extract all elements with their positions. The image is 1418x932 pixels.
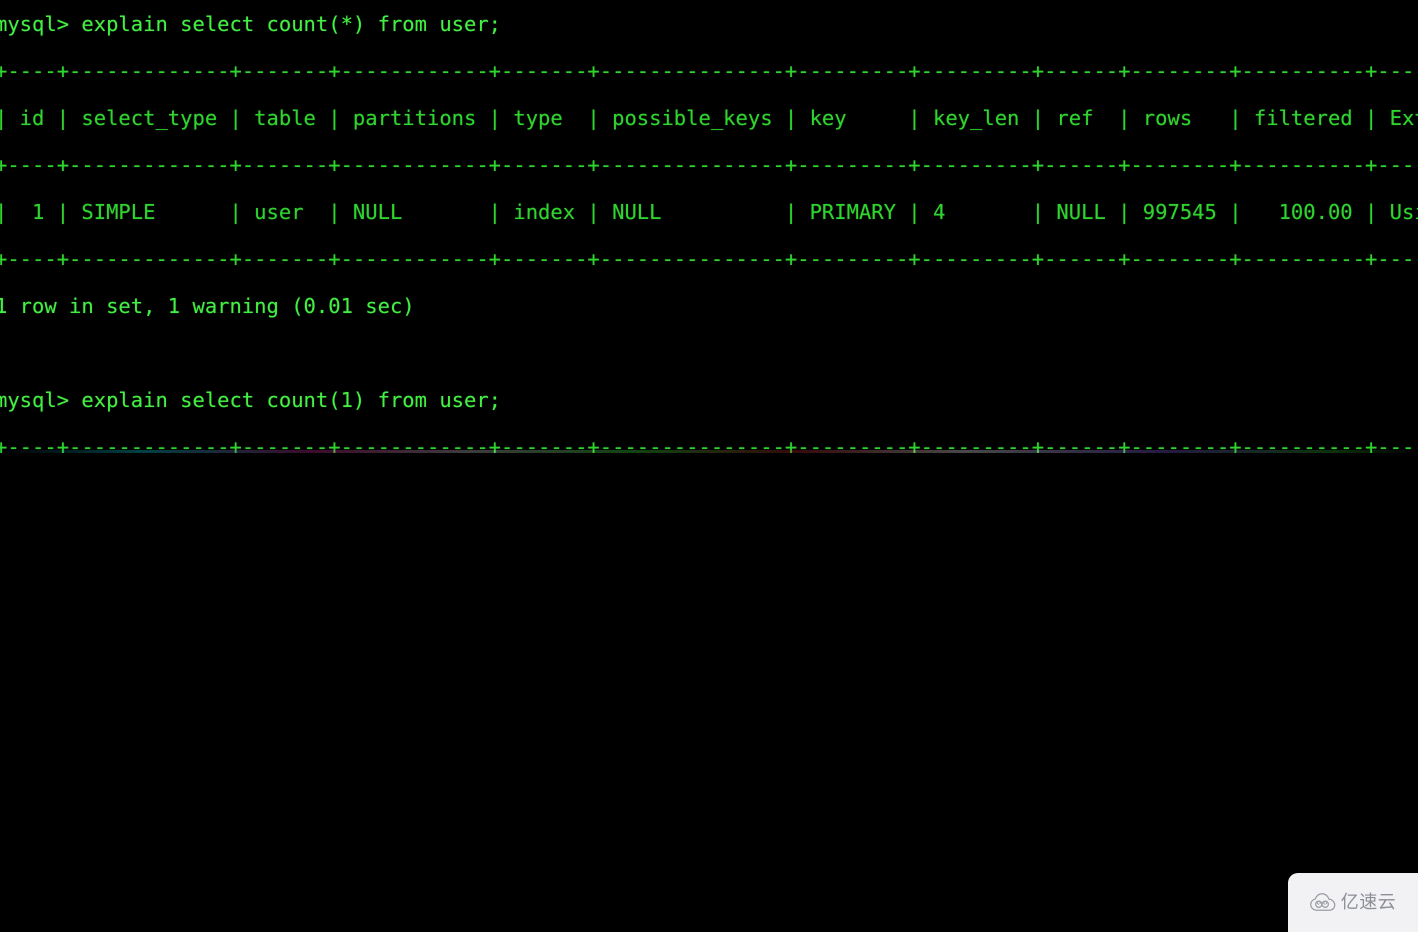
cloud-logo-icon — [1309, 893, 1336, 911]
command-line: mysql> explain select count(1) from user… — [0, 388, 502, 412]
console-scrollback: mysql> explain select count(*) from user… — [0, 1, 1418, 453]
terminal-window: mysql> explain select count(*) from user… — [0, 0, 1418, 932]
table-header-row: | id | select_type | table | partitions … — [0, 106, 1418, 130]
table-rule-top: +----+-------------+-------+------------… — [0, 435, 1418, 453]
table-rule-top: +----+-------------+-------+------------… — [0, 59, 1418, 83]
command-line: mysql> explain select count(*) from user… — [0, 12, 502, 36]
terminal-console-output[interactable]: mysql> explain select count(*) from user… — [0, 0, 1418, 453]
table-rule-middle: +----+-------------+-------+------------… — [0, 153, 1418, 177]
table-rule-bottom: +----+-------------+-------+------------… — [0, 247, 1418, 271]
result-status-line: 1 row in set, 1 warning (0.01 sec) — [0, 294, 415, 318]
watermark-text: 亿速云 — [1340, 891, 1397, 913]
watermark: 亿速云 — [1288, 873, 1418, 932]
table-row: | 1 | SIMPLE | user | NULL | index | NUL… — [0, 200, 1418, 224]
